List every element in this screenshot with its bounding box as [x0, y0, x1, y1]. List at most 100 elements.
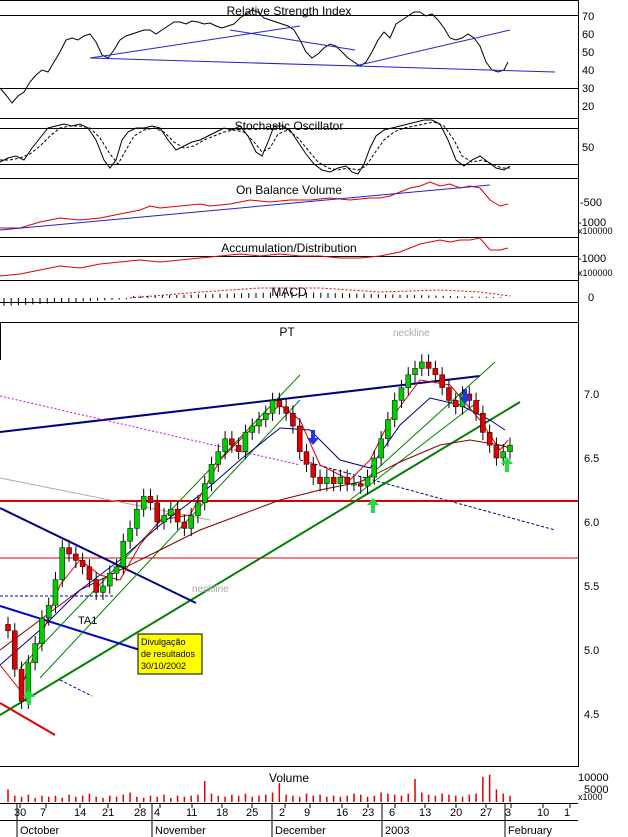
obv-unit: x100000	[578, 226, 613, 236]
candle-body	[242, 432, 249, 452]
candle-body	[86, 566, 93, 580]
buy-arrow-1	[23, 690, 35, 705]
candle-body	[507, 444, 513, 452]
candle-body	[229, 438, 235, 446]
candle-body	[120, 540, 127, 568]
neckline-label-top: neckline	[393, 328, 430, 339]
rsi-tick-30: 30	[582, 83, 594, 95]
x-month-label-december: December	[275, 825, 326, 837]
stoch-tick-50: 50	[582, 142, 594, 154]
macd-signal	[129, 287, 511, 299]
candle-body	[208, 464, 215, 484]
x-day-label-27: 27	[480, 807, 492, 819]
volume-title: Volume	[269, 771, 309, 785]
price-tick-4-5: 4.5	[584, 709, 599, 721]
rsi-trendline-4	[354, 29, 511, 67]
x-day-label-6: 6	[389, 807, 395, 819]
ad-tick-1000: -1000	[578, 253, 606, 265]
candle-body	[134, 508, 140, 529]
candle-body	[154, 502, 160, 523]
x-day-label-23: 23	[362, 807, 374, 819]
vol-unit: x1000	[578, 792, 603, 802]
price-tick-7-0: 7.0	[584, 389, 599, 401]
rsi-tick-70: 70	[582, 11, 594, 23]
x-day-label-28: 28	[134, 807, 146, 819]
x-month-label-november: November	[155, 825, 206, 837]
ta1-label: TA1	[78, 615, 97, 627]
candle-body	[140, 496, 147, 510]
x-day-label-7: 7	[40, 807, 46, 819]
candle-body	[127, 528, 133, 542]
x-day-label-13: 13	[419, 807, 431, 819]
candle-body	[378, 438, 384, 459]
candle-body	[276, 400, 283, 408]
candle-body	[45, 604, 52, 619]
x-month-label-2003: 2003	[385, 825, 409, 837]
candle-body	[419, 361, 425, 369]
candle-body	[385, 419, 391, 440]
candle-body	[493, 444, 500, 459]
candle-body	[446, 387, 452, 401]
channel-line-3	[364, 361, 496, 481]
candle-body	[371, 457, 378, 478]
rsi-tick-50: 50	[582, 47, 594, 59]
rsi-tick-60: 60	[582, 29, 594, 41]
candle-body	[425, 361, 432, 369]
candle-body	[79, 560, 86, 568]
stock-chart: Relative Strength Index Stochastic Oscil…	[0, 0, 613, 837]
candle-body	[188, 515, 194, 529]
indicator-reference-lines	[0, 15, 578, 257]
candle-body	[303, 451, 310, 465]
rsi-panel	[0, 9, 556, 104]
earnings-note-line2: de resultados	[141, 649, 196, 659]
channel-line-1	[19, 374, 301, 669]
rsi-tick-20: 20	[582, 101, 594, 113]
candle-body	[215, 451, 222, 465]
x-day-label-11: 11	[186, 807, 197, 819]
candle-body	[452, 400, 459, 408]
rsi-trendline-1	[89, 25, 301, 59]
candle-body	[181, 521, 188, 529]
candle-body	[59, 547, 66, 580]
volume-panel	[7, 774, 511, 802]
candle-body	[73, 553, 79, 561]
candle-body	[296, 425, 303, 452]
rsi-tick-40: 40	[582, 65, 594, 77]
candle-body	[324, 476, 330, 484]
candle-body	[168, 508, 174, 516]
candle-body	[358, 483, 364, 487]
candle-body	[283, 406, 289, 414]
price-panel: neckline neckline TA1 Divulgação de resu…	[0, 328, 578, 736]
candle-body	[235, 444, 242, 452]
red-line-bottom	[0, 702, 56, 736]
candle-body	[107, 572, 113, 587]
right-axis: 70 60 50 40 30 20 50 -500 -1000 x100000 …	[578, 11, 613, 802]
candle-body	[290, 412, 296, 427]
candle-body	[486, 432, 493, 446]
candle-body	[398, 387, 405, 401]
candle-body	[500, 451, 506, 459]
candle-body	[344, 476, 350, 484]
candle-body	[337, 476, 344, 484]
candle-body	[263, 412, 269, 420]
x-day-label-25: 25	[246, 807, 258, 819]
neckline-label-bottom: neckline	[192, 584, 229, 595]
ad-unit: x100000	[578, 268, 613, 278]
candle-body	[351, 483, 357, 486]
candle-body	[100, 585, 106, 593]
x-day-label-10: 10	[537, 807, 549, 819]
x-day-label-14: 14	[74, 807, 86, 819]
x-day-label-9: 9	[304, 807, 310, 819]
blue-dashed-decline	[299, 459, 556, 531]
x-month-label-february: February	[508, 825, 553, 837]
candle-body	[201, 483, 208, 504]
candle-body	[473, 400, 479, 414]
candle-body	[93, 579, 99, 593]
candle-body	[405, 374, 411, 388]
obv-title: On Balance Volume	[236, 183, 342, 197]
x-day-label-21: 21	[102, 807, 114, 819]
candle-body	[32, 643, 38, 664]
x-day-label-16: 16	[336, 807, 348, 819]
x-month-label-october: October	[20, 825, 59, 837]
ad-title: Accumulation/Distribution	[221, 241, 356, 255]
